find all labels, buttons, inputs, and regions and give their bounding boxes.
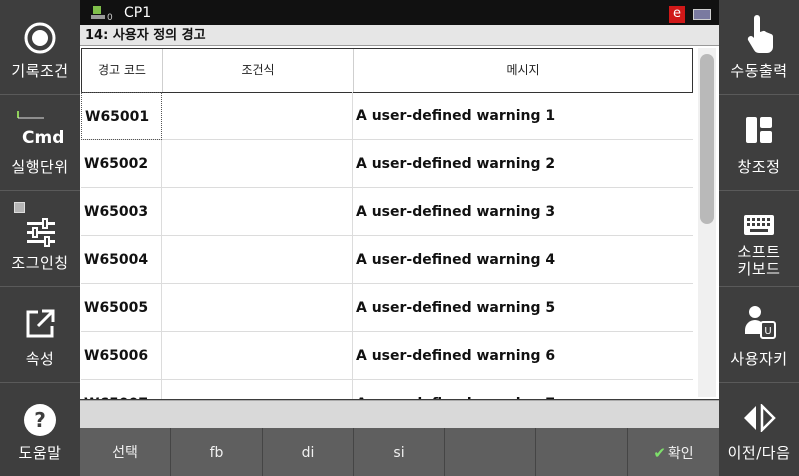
message-cell[interactable]: A user-defined warning 7	[353, 380, 691, 399]
vertical-scrollbar[interactable]	[698, 48, 716, 397]
di-softkey[interactable]: di	[263, 428, 354, 476]
warning-code-cell[interactable]: W65003	[81, 188, 162, 236]
record-condition-button[interactable]: 기록조건	[0, 0, 80, 95]
keyboard-icon	[744, 215, 774, 235]
svg-text:U: U	[764, 326, 771, 337]
message-cell[interactable]: A user-defined warning 5	[353, 284, 691, 332]
window-adjust-button[interactable]: 창조정	[719, 96, 799, 191]
help-button[interactable]: ? 도움말	[0, 384, 80, 476]
window-layout-icon	[746, 117, 772, 143]
confirm-label: 확인	[667, 446, 694, 462]
header-message[interactable]: 메시지	[354, 49, 692, 92]
user-key-button[interactable]: U 사용자키	[719, 288, 799, 383]
program-name: CP1	[124, 5, 152, 21]
hand-pointer-icon	[747, 15, 774, 53]
condition-cell[interactable]	[162, 140, 353, 188]
manual-output-button[interactable]: 수동출력	[719, 0, 799, 95]
condition-cell[interactable]	[162, 380, 353, 399]
properties-button[interactable]: 속성	[0, 288, 80, 383]
soft-keyboard-label-1: 소프트	[737, 243, 781, 261]
status-bar: 0 CP1 e	[80, 0, 719, 25]
help-icon: ?	[24, 404, 56, 436]
window-adjust-label: 창조정	[737, 158, 781, 176]
soft-keyboard-label-2: 키보드	[737, 260, 781, 278]
table-row[interactable]: W65005 A user-defined warning 5	[81, 284, 693, 332]
fb-softkey[interactable]: fb	[171, 428, 263, 476]
message-cell[interactable]: A user-defined warning 6	[353, 332, 691, 380]
condition-cell[interactable]	[162, 236, 353, 284]
message-cell[interactable]: A user-defined warning 1	[353, 92, 691, 140]
warning-code-cell[interactable]: W65001	[81, 92, 162, 140]
prev-next-button[interactable]: 이전/다음	[719, 384, 799, 476]
manual-output-label: 수동출력	[730, 62, 788, 80]
cmd-icon: Cmd	[22, 128, 65, 148]
jog-inching-label: 조그인칭	[11, 254, 69, 272]
message-cell[interactable]: A user-defined warning 2	[353, 140, 691, 188]
record-condition-label: 기록조건	[11, 62, 69, 80]
sliders-icon	[27, 218, 55, 247]
execution-unit-button[interactable]: Cmd 실행단위	[0, 96, 80, 191]
warning-code-cell[interactable]: W65006	[81, 332, 162, 380]
warning-table: 경고 코드 조건식 메시지 W65001 A user-defined warn…	[80, 46, 719, 399]
prev-next-label: 이전/다음	[727, 444, 791, 462]
table-row[interactable]: W65006 A user-defined warning 6	[81, 332, 693, 380]
condition-cell[interactable]	[162, 92, 353, 140]
scrollbar-thumb[interactable]	[700, 54, 714, 224]
header-condition[interactable]: 조건식	[163, 49, 354, 92]
message-cell[interactable]: A user-defined warning 4	[353, 236, 691, 284]
table-row[interactable]: W65007 A user-defined warning 7	[81, 380, 693, 399]
help-label: 도움말	[18, 444, 62, 462]
header-warning-code[interactable]: 경고 코드	[82, 49, 163, 92]
message-bar	[80, 400, 719, 428]
error-badge[interactable]: e	[669, 6, 685, 23]
jog-indicator-icon	[14, 202, 25, 213]
user-key-icon: U	[745, 306, 776, 339]
table-row[interactable]: W65003 A user-defined warning 3	[81, 188, 693, 236]
warning-code-cell[interactable]: W65007	[81, 380, 162, 399]
left-panel: 기록조건 Cmd 실행단위 조그인칭 속성 ? 도움말	[0, 0, 80, 476]
table-header: 경고 코드 조건식 메시지	[81, 48, 693, 93]
program-status-icon: 0	[91, 6, 113, 21]
message-cell[interactable]: A user-defined warning 3	[353, 188, 691, 236]
step-marker-icon	[17, 111, 44, 119]
properties-label: 속성	[25, 350, 55, 368]
warning-code-cell[interactable]: W65004	[81, 236, 162, 284]
condition-cell[interactable]	[162, 188, 353, 236]
softkey-bar: 선택 fb di si ✔ 확인	[80, 428, 719, 476]
external-link-icon	[26, 309, 55, 338]
table-row[interactable]: W65004 A user-defined warning 4	[81, 236, 693, 284]
warning-code-cell[interactable]: W65002	[81, 140, 162, 188]
empty-softkey-5[interactable]	[445, 428, 536, 476]
right-panel: 수동출력 창조정 소프트 키보드 U 사용자키 이전/다음	[719, 0, 799, 476]
table-row[interactable]: W65002 A user-defined warning 2	[81, 140, 693, 188]
table-row[interactable]: W65001 A user-defined warning 1	[81, 92, 693, 140]
si-softkey[interactable]: si	[354, 428, 445, 476]
checkmark-icon: ✔	[653, 444, 666, 462]
confirm-softkey[interactable]: ✔ 확인	[628, 428, 719, 476]
svg-text:0: 0	[107, 13, 113, 21]
jog-inching-button[interactable]: 조그인칭	[0, 192, 80, 287]
prev-next-icon	[744, 404, 776, 432]
soft-keyboard-button[interactable]: 소프트 키보드	[719, 192, 799, 287]
user-key-label: 사용자키	[730, 350, 788, 368]
condition-cell[interactable]	[162, 332, 353, 380]
execution-unit-label: 실행단위	[11, 158, 69, 176]
record-circle-icon	[24, 22, 56, 54]
empty-softkey-6[interactable]	[536, 428, 628, 476]
condition-cell[interactable]	[162, 284, 353, 332]
battery-icon	[693, 9, 711, 20]
page-title: 14: 사용자 정의 경고	[80, 25, 719, 46]
svg-text:?: ?	[34, 408, 46, 432]
select-softkey[interactable]: 선택	[80, 428, 171, 476]
warning-code-cell[interactable]: W65005	[81, 284, 162, 332]
